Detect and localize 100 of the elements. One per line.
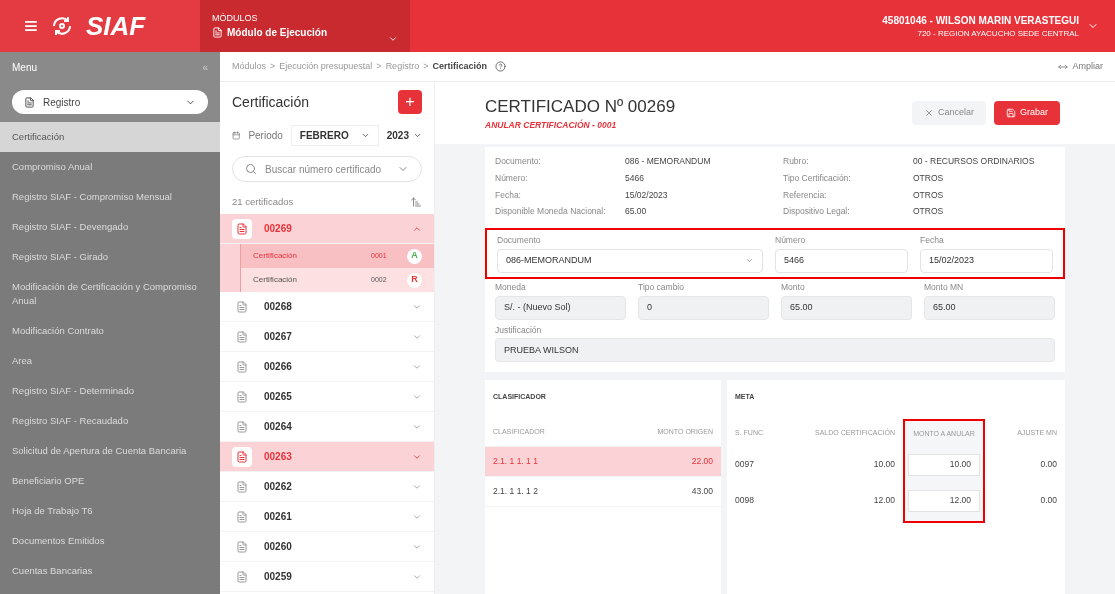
table-cell: 12.00	[873, 494, 895, 508]
menu-item[interactable]: Hoja de Trabajo T6	[0, 496, 220, 526]
save-button[interactable]: Grabar	[994, 101, 1060, 125]
info-value: 65.00	[625, 205, 648, 218]
document-icon	[236, 480, 248, 493]
field-label: Documento	[497, 234, 542, 247]
field-label: Monto MN	[924, 280, 965, 294]
menu-button[interactable]: ≡	[24, 14, 38, 38]
menu-item[interactable]: Certificación	[0, 122, 220, 152]
menu-item[interactable]: Area	[0, 346, 220, 376]
info-value: 5466	[625, 171, 645, 185]
menu-item[interactable]: Registro SIAF - Recaudado	[0, 406, 220, 436]
table-row[interactable]: 2.1. 1 1. 1 1 22.00	[485, 446, 721, 477]
input-field[interactable]: 086-MEMORANDUM	[497, 248, 763, 273]
breadcrumb-link[interactable]: Ejecución presupuestal	[279, 59, 373, 74]
menu-item[interactable]: Modificación de Certificación y Compromiso Anual	[0, 272, 220, 316]
menu-title: Menu	[12, 60, 37, 75]
document-icon	[236, 330, 248, 343]
input-field[interactable]: 0	[638, 295, 769, 320]
info-label: Referencia:	[783, 188, 828, 202]
certificate-item[interactable]: 00261	[220, 502, 434, 532]
menu-item[interactable]: Registro SIAF - Compromiso Mensual	[0, 182, 220, 212]
info-label: Tipo Certificación:	[783, 171, 852, 185]
field-label: Tipo cambio	[638, 280, 685, 294]
table-row[interactable]: 2.1. 1 1. 1 2 43.00	[485, 476, 721, 507]
add-button[interactable]: +	[398, 90, 422, 114]
certificate-item[interactable]: 00266	[220, 352, 434, 382]
certificate-item[interactable]: 00262	[220, 472, 434, 502]
menu-item[interactable]: Documentos Emitidos	[0, 526, 220, 556]
field-label: Justificación	[495, 323, 543, 337]
info-value: OTROS	[913, 205, 945, 218]
field-label: Monto	[781, 280, 806, 294]
certificate-item[interactable]: 00263	[220, 442, 434, 472]
menu-item[interactable]: Beneficiario OPE	[0, 466, 220, 496]
help-icon	[494, 61, 506, 72]
input-field[interactable]: 15/02/2023	[920, 248, 1053, 273]
certificate-item[interactable]: 00267	[220, 322, 434, 352]
breadcrumb-link[interactable]: Registro	[385, 59, 420, 74]
breadcrumb-separator: >	[270, 59, 276, 73]
info-label: Rubro:	[783, 155, 810, 168]
info-label: Número:	[495, 171, 529, 185]
save-icon	[1006, 108, 1016, 118]
menu-item[interactable]: Registro SIAF - Determinado	[0, 376, 220, 406]
info-label: Disponible Moneda Nacional:	[495, 205, 607, 218]
info-value: OTROS	[913, 171, 945, 185]
info-label: Documento:	[495, 155, 542, 168]
menu-item[interactable]: Modificación Contrato	[0, 316, 220, 346]
table-cell: 10.00	[873, 458, 895, 472]
breadcrumb-link[interactable]: Certificación	[432, 59, 487, 74]
logo-icon	[50, 14, 74, 38]
document-icon	[236, 300, 248, 313]
info-value: 086 - MEMORANDUM	[625, 155, 712, 168]
document-icon	[236, 570, 248, 583]
panel-title: Certificación	[232, 92, 310, 112]
amount-input[interactable]: 12.00	[908, 489, 980, 512]
table-cell: 0097	[735, 458, 754, 472]
breadcrumb-separator: >	[423, 59, 429, 73]
module-selector[interactable]: MÓDULOS Módulo de Ejecución	[200, 0, 410, 52]
amount-input[interactable]: 10.00	[908, 453, 980, 476]
cancel-button[interactable]: Cancelar	[911, 101, 986, 125]
chevron-icon	[388, 34, 398, 44]
menu-item[interactable]: Registro SIAF - Girado	[0, 242, 220, 272]
input-field[interactable]: 65.00	[781, 295, 912, 320]
month-select[interactable]: FEBRERO	[290, 124, 379, 146]
field-label: Fecha	[920, 234, 945, 247]
certificate-item[interactable]: 00259	[220, 562, 434, 592]
breadcrumb-separator: >	[376, 59, 382, 73]
close-icon	[923, 108, 934, 118]
sort-icon[interactable]	[410, 196, 422, 208]
certificate-item[interactable]: 00268	[220, 292, 434, 322]
menu-item[interactable]: Compromiso Anual	[0, 152, 220, 182]
input-field[interactable]: 5466	[775, 248, 908, 273]
expand-link[interactable]: Ampliar	[1058, 59, 1103, 74]
certificate-title: CERTIFICADO Nº 00269	[485, 95, 676, 118]
menu-item[interactable]: Solicitud de Apertura de Cuenta Bancaria	[0, 436, 220, 466]
breadcrumb-link[interactable]: Módulos	[232, 59, 267, 74]
certificate-item[interactable]: 00260	[220, 532, 434, 562]
document-icon	[236, 450, 248, 463]
year-select[interactable]: 2023	[386, 127, 422, 143]
user-menu[interactable]: 45801046 - WILSON MARIN VERASTEGUI 720 - REGION AYACUCHO SEDE CENTRAL	[882, 0, 1115, 52]
calendar-icon	[232, 129, 241, 141]
certificate-item[interactable]: 00265	[220, 382, 434, 412]
search-icon	[245, 163, 257, 175]
menu-item[interactable]: Registro SIAF - Devengado	[0, 212, 220, 242]
document-icon	[236, 360, 248, 373]
input-field[interactable]: PRUEBA WILSON	[495, 338, 1055, 363]
input-field[interactable]: 65.00	[924, 295, 1055, 320]
document-icon	[236, 540, 248, 553]
info-value: 15/02/2023	[625, 188, 669, 202]
status-badge: R	[407, 272, 422, 288]
document-icon	[236, 510, 248, 523]
table-cell: 0.00	[1040, 494, 1057, 508]
menu-item[interactable]: Cuentas Bancarias	[0, 556, 220, 586]
info-label: Dispositivo Legal:	[783, 205, 851, 218]
section-dropdown[interactable]: Registro	[12, 90, 208, 114]
certificate-count: 21 certificados	[232, 194, 294, 209]
document-icon	[24, 96, 35, 108]
field-label: Número	[775, 234, 807, 247]
status-badge: A	[407, 248, 422, 264]
input-field[interactable]: S/. - (Nuevo Sol)	[495, 295, 626, 320]
